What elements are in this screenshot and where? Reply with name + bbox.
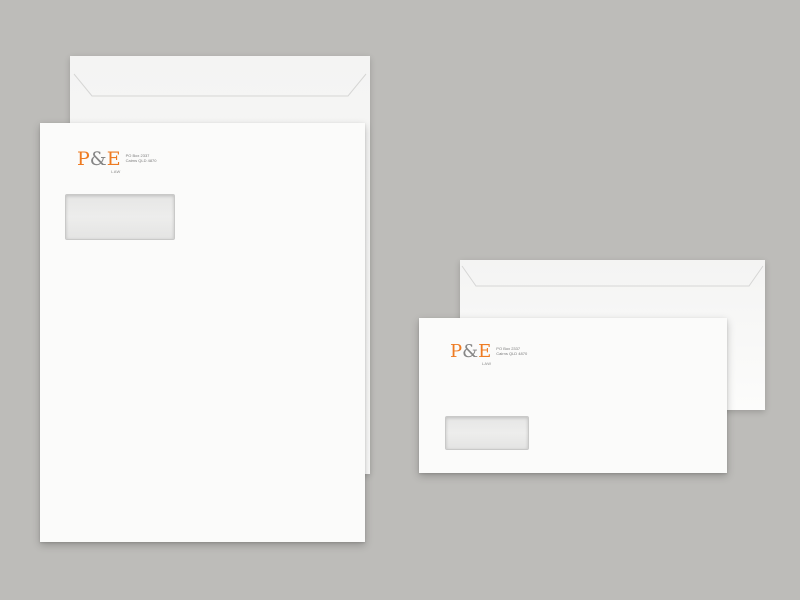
brand-logo-mark: P&E LAW xyxy=(77,148,121,174)
logo-subtitle: LAW xyxy=(111,169,121,174)
large-envelope-window xyxy=(65,194,175,240)
logo-subtitle: LAW xyxy=(481,361,492,366)
small-envelope-window xyxy=(445,416,529,450)
address-line-2: Cairns QLD 4870 xyxy=(496,350,528,356)
return-address: PO Box 2337 Cairns QLD 4870 xyxy=(125,153,157,164)
logo-letter-e: E xyxy=(478,341,492,362)
logo-letter-p: P xyxy=(77,148,90,170)
logo-ampersand: & xyxy=(462,341,479,362)
stationery-mockup-scene: P&E LAW PO Box 2337 Cairns QLD 4870 P&E LA… xyxy=(0,0,800,600)
brand-logo-mark: P&E LAW xyxy=(450,341,492,366)
large-envelope-front xyxy=(40,123,365,542)
logo-letter-p: P xyxy=(450,341,463,362)
small-envelope-flap xyxy=(461,265,764,287)
logo-ampersand: & xyxy=(89,148,107,170)
small-envelope-logo: P&E LAW PO Box 2337 Cairns QLD 4870 xyxy=(450,341,528,366)
logo-letter-e: E xyxy=(106,148,121,170)
return-address: PO Box 2337 Cairns QLD 4870 xyxy=(496,346,528,357)
large-envelope-flap xyxy=(73,73,367,97)
address-line-2: Cairns QLD 4870 xyxy=(125,157,157,163)
large-envelope-logo: P&E LAW PO Box 2337 Cairns QLD 4870 xyxy=(77,148,157,174)
